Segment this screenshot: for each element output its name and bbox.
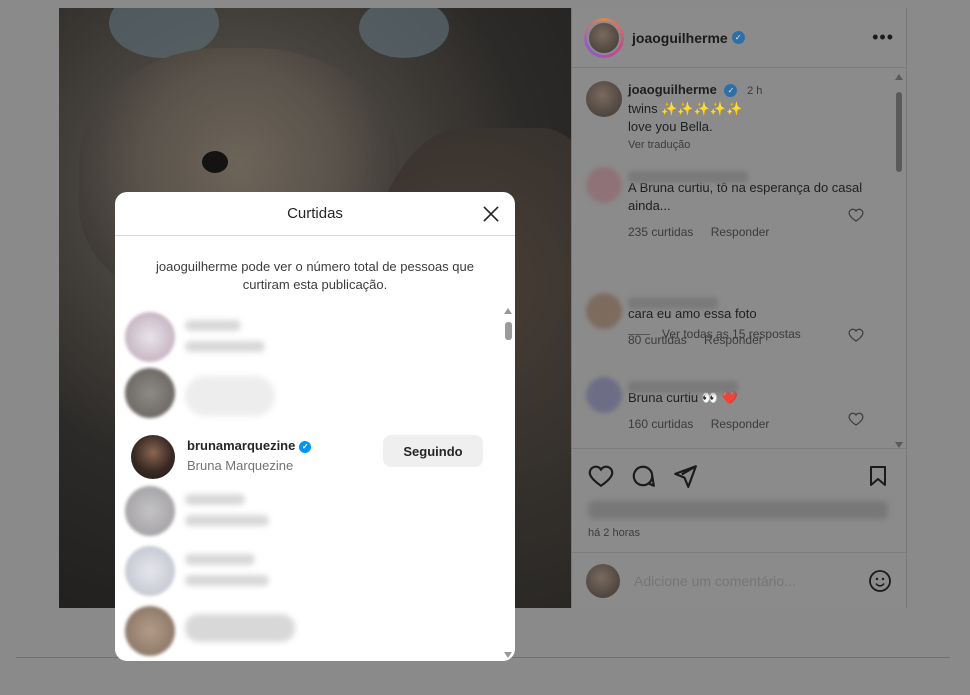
blurred-text [628,296,718,309]
avatar [125,486,175,536]
modal-header: Curtidas [115,192,515,236]
blurred-lines [185,320,265,362]
reply-button[interactable]: Responder [704,333,763,347]
avatar[interactable] [586,167,622,203]
heart-icon[interactable] [848,327,864,343]
comment-likes[interactable]: 235 curtidas [628,225,693,239]
comment-meta: 80 curtidas Responder [628,331,868,349]
verified-icon: ✓ [724,84,738,98]
blurred-lines [185,614,295,652]
scroll-thumb[interactable] [896,92,902,172]
avatar [125,312,175,362]
caption-line: love you Bella. [628,119,713,134]
caption-line: twins ✨✨✨✨✨ [628,101,743,116]
blurred-text [185,554,255,565]
blurred-text [185,494,245,505]
verified-icon: ✓ [299,440,312,453]
blurred-text [185,341,265,352]
comment-username-blurred [628,293,868,309]
blurred-text [185,575,269,586]
add-comment-bar [572,552,906,608]
comment-icon[interactable] [630,463,656,489]
featured-user-line: brunamarquezine ✓ [187,438,312,453]
close-icon[interactable] [481,204,501,224]
avatar [587,20,621,55]
following-button[interactable]: Seguindo [383,435,483,467]
avatar[interactable] [586,377,622,413]
comment-likes[interactable]: 80 curtidas [628,333,687,347]
scroll-thumb[interactable] [505,322,512,340]
blurred-text [185,614,295,642]
comment-input[interactable] [634,572,868,589]
reply-button[interactable]: Responder [711,417,770,431]
post-side-panel: joaoguilherme ✓ ••• joaoguilherme ✓ 2 h … [571,8,907,608]
comments-list: joaoguilherme ✓ 2 h twins ✨✨✨✨✨ love you… [572,69,898,447]
avatar[interactable] [586,81,622,117]
avatar [125,546,175,596]
blurred-text [185,320,241,331]
post-time: há 2 horas [588,527,640,539]
post-author-username[interactable]: joaoguilherme [632,30,728,46]
comment-likes[interactable]: 160 curtidas [628,417,693,431]
comment-text: A Bruna curtiu, tô na esperança do casal… [628,180,863,213]
featured-full-name: Bruna Marquezine [187,458,294,473]
modal-title: Curtidas [287,205,343,222]
likes-summary-blurred [588,501,888,519]
blurred-lines [185,554,269,596]
heart-icon[interactable] [848,411,864,427]
comment-username-blurred [628,167,868,183]
avatar[interactable] [131,435,175,479]
list-item[interactable] [125,368,501,424]
avatar [125,368,175,418]
likes-modal: Curtidas joaoguilherme pode ver o número… [115,192,515,661]
author-avatar-ring[interactable] [584,17,624,58]
action-icons [588,463,890,489]
heart-icon[interactable] [588,463,614,489]
avatar[interactable] [586,293,622,329]
verified-icon: ✓ [731,31,745,44]
list-item[interactable] [125,486,501,542]
avatar [586,563,620,598]
blurred-lines [185,494,269,536]
emoji-icon[interactable] [868,569,892,593]
bookmark-icon[interactable] [866,464,890,488]
caption-time: 2 h [747,85,763,97]
list-item[interactable] [125,606,501,661]
scroll-up-icon[interactable] [504,308,512,314]
list-item[interactable] [125,546,501,602]
list-item[interactable] [125,312,501,368]
comment-body: cara eu amo essa foto 80 curtidas Respon… [628,293,868,349]
list-item-featured[interactable]: brunamarquezine ✓ Bruna Marquezine Seguin… [125,432,501,488]
blurred-text [185,515,269,526]
post-actions: há 2 horas [572,448,906,552]
more-options-icon[interactable]: ••• [872,27,894,48]
blurred-text [628,170,748,183]
photo-detail [202,151,228,173]
comment-meta: 235 curtidas Responder [628,223,868,241]
blurred-text [185,376,275,416]
photo-detail [359,8,449,58]
share-icon[interactable] [672,463,698,489]
comment-meta: 160 curtidas Responder [628,415,868,433]
comment-body: Bruna curtiu 👀 ❤️ 160 curtidas Responder [628,377,868,433]
featured-username[interactable]: brunamarquezine [187,438,295,453]
scroll-down-icon[interactable] [504,652,512,658]
blurred-lines [185,376,275,426]
heart-icon[interactable] [848,207,864,223]
translate-link[interactable]: Ver tradução [628,136,868,154]
caption-username[interactable]: joaoguilherme [628,82,717,97]
post-header: joaoguilherme ✓ ••• [572,8,906,68]
caption-body: joaoguilherme ✓ 2 h twins ✨✨✨✨✨ love you… [628,81,868,154]
comment-body: A Bruna curtiu, tô na esperança do casal… [628,167,868,241]
avatar [125,606,175,656]
comments-scrollbar[interactable] [894,74,904,448]
scroll-up-icon[interactable] [895,74,903,80]
reply-button[interactable]: Responder [711,225,770,239]
comment-username-blurred [628,377,868,393]
likes-list: brunamarquezine ✓ Bruna Marquezine Seguin… [115,308,501,661]
blurred-text [628,380,738,393]
likes-scrollbar[interactable] [503,308,513,658]
